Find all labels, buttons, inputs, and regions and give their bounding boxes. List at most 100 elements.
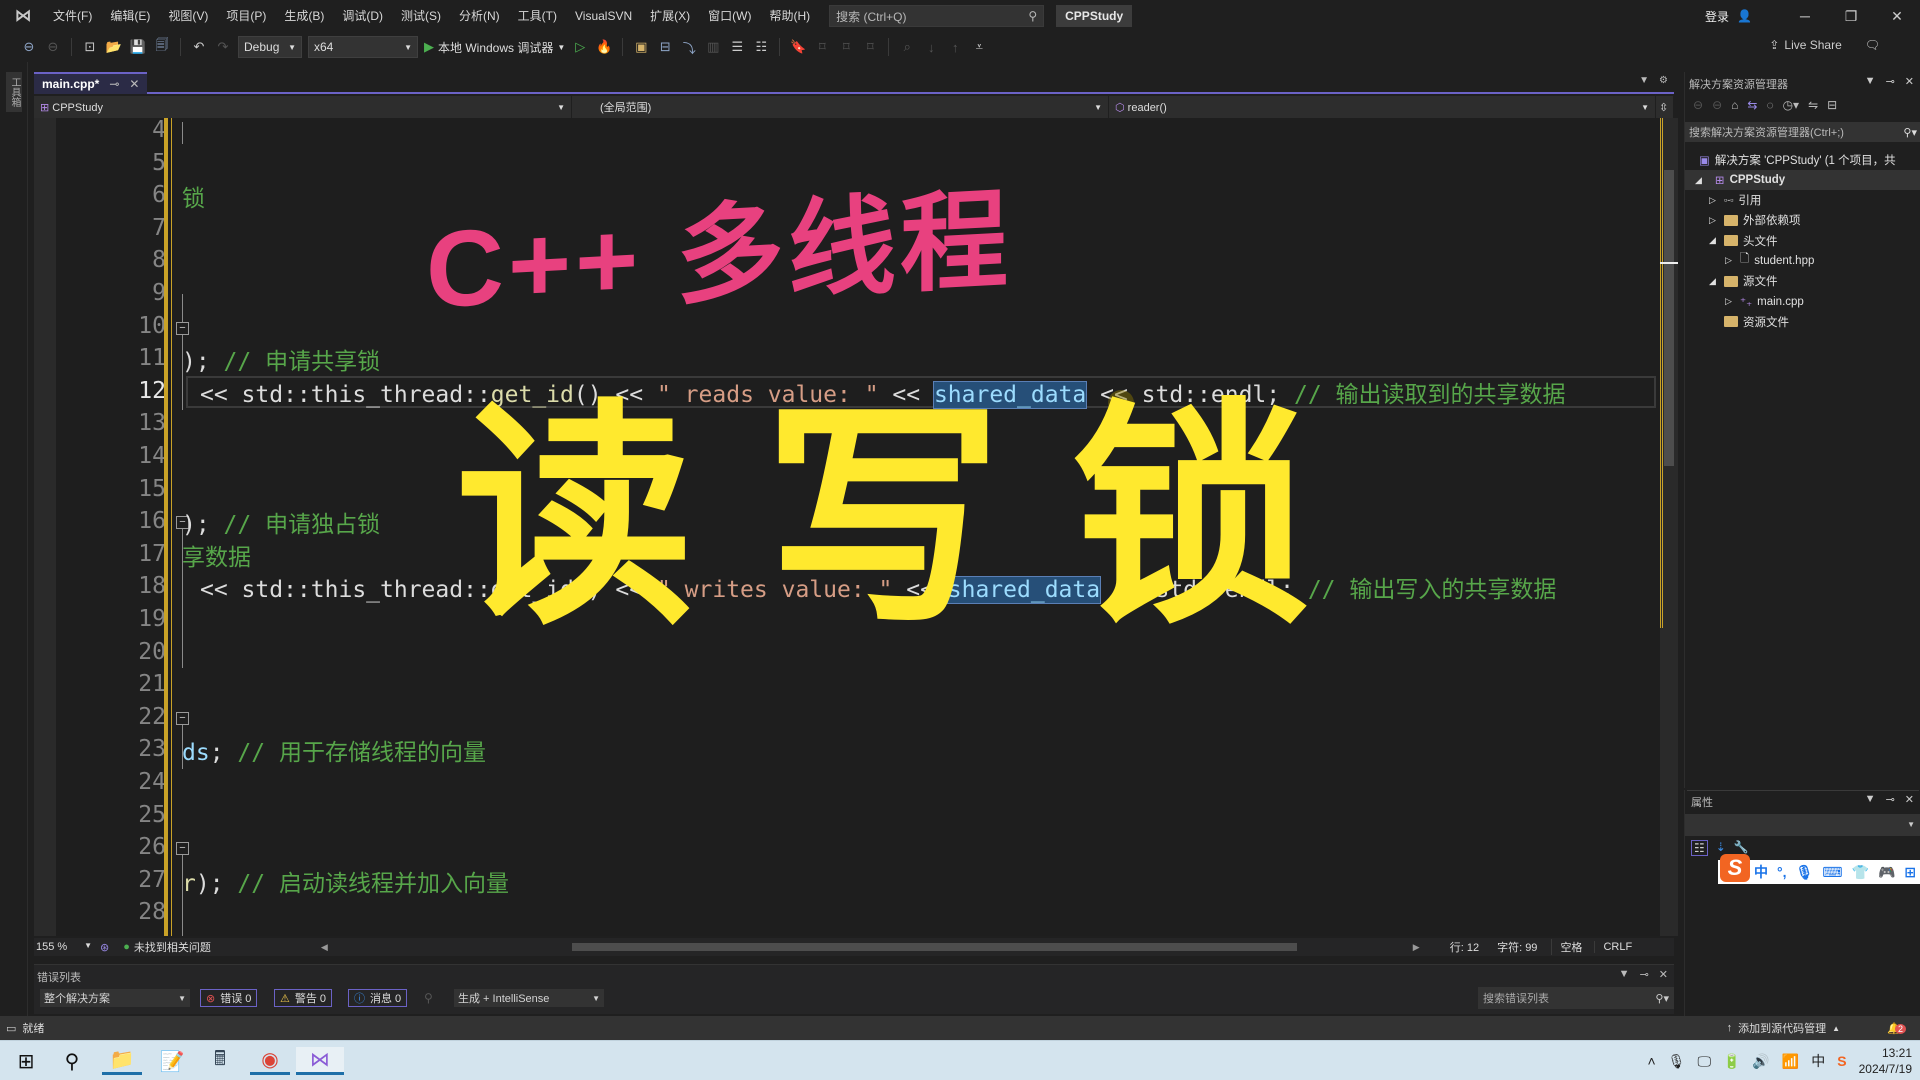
output-window-icon[interactable]: ▭ (6, 1022, 16, 1035)
toggle-panel-icon[interactable]: ▥ (704, 39, 722, 55)
maximize-button[interactable]: ❐ (1828, 8, 1874, 25)
fold-toggle[interactable]: − (176, 712, 189, 725)
platform-dropdown[interactable]: x64 ▼ (308, 36, 418, 58)
line-indicator[interactable]: 行: 12 (1450, 939, 1479, 955)
clear-bookmarks-icon[interactable]: ⌑ (861, 39, 879, 55)
error-search-input[interactable]: 搜索错误列表 ⚲▾ (1478, 987, 1674, 1009)
indentation-indicator[interactable]: 空格 (1551, 939, 1582, 955)
forward-icon[interactable]: ⊖ (1712, 98, 1722, 112)
scroll-right-icon[interactable]: ▶ (1413, 942, 1420, 953)
save-icon[interactable]: 💾 (129, 39, 147, 55)
close-panel-icon[interactable]: ✕ (1905, 75, 1914, 88)
back-icon[interactable]: ⊖ (1693, 98, 1703, 112)
menu-tools[interactable]: 工具(T) (509, 0, 566, 32)
sogou-tray-icon[interactable]: S (1837, 1053, 1846, 1069)
scrollbar-thumb[interactable] (1664, 170, 1674, 466)
close-window-button[interactable]: ✕ (1874, 8, 1920, 25)
ime-mode-indicator[interactable]: 中 (1754, 862, 1768, 882)
calculator-icon[interactable]: 🖩 (200, 1047, 240, 1075)
game-icon[interactable]: 🎮 (1878, 864, 1895, 881)
issues-status[interactable]: 未找到相关问题 (134, 939, 211, 955)
next-bookmark-icon[interactable]: ⌑ (837, 39, 855, 55)
error-scope-dropdown[interactable]: 整个解决方案 ▼ (40, 989, 190, 1007)
add-to-source-control-button[interactable]: ↑ 添加到源代码管理 ▲ (1727, 1020, 1840, 1036)
prev-bookmark-icon[interactable]: ⌑ (813, 39, 831, 55)
menu-help[interactable]: 帮助(H) (760, 0, 819, 32)
zoom-level-dropdown[interactable]: 155 % ▼ (34, 941, 92, 953)
sogou-ime-logo-icon[interactable]: S (1720, 854, 1750, 882)
comment-icon[interactable]: ☰ (728, 39, 746, 55)
menu-analyze[interactable]: 分析(N) (450, 0, 509, 32)
expanded-arrow-icon[interactable]: ◢ (1709, 276, 1719, 287)
tree-item[interactable]: 资源文件 (1709, 312, 1789, 332)
close-panel-icon[interactable]: ✕ (1659, 968, 1668, 981)
redo-icon[interactable]: ↷ (214, 39, 232, 55)
panel-dropdown-icon[interactable]: ▼ (1865, 793, 1876, 806)
keyboard-icon[interactable]: ⌨ (1822, 864, 1842, 881)
menu-debug[interactable]: 调试(D) (333, 0, 392, 32)
pin-icon[interactable]: ⊸ (1640, 968, 1649, 981)
home-icon[interactable]: ⌂ (1731, 98, 1738, 112)
solution-configuration-icon[interactable]: ▣ (632, 39, 650, 55)
visual-studio-taskbar-icon[interactable]: ⋈ (296, 1047, 344, 1075)
forward-icon[interactable]: ⊖ (44, 39, 62, 55)
bookmark-icon[interactable]: 🔖 (789, 39, 807, 55)
pending-changes-icon[interactable]: ◌ (1766, 98, 1773, 112)
uncomment-icon[interactable]: ☷ (752, 39, 770, 55)
pin-icon[interactable]: ⊸ (1886, 793, 1895, 806)
new-project-icon[interactable]: ⊡ (81, 39, 99, 55)
chrome-icon[interactable]: ◉ (250, 1047, 290, 1075)
wifi-icon[interactable]: 📶 (1782, 1053, 1799, 1070)
switch-views-icon[interactable]: ⇆ (1747, 98, 1757, 112)
toolbar-overflow-icon[interactable]: ⩡ (970, 39, 988, 55)
start-menu-icon[interactable]: ⊞ (6, 1047, 46, 1075)
save-all-icon[interactable]: 🗐 (153, 36, 171, 58)
history-icon[interactable]: ◷▾ (1783, 98, 1800, 112)
project-dropdown[interactable]: ⊞ CPPStudy ▼ (34, 96, 572, 118)
microphone-icon[interactable]: 🎙 (1796, 864, 1814, 881)
menu-test[interactable]: 测试(S) (392, 0, 450, 32)
open-file-icon[interactable]: 📂 (105, 39, 123, 55)
input-language-indicator[interactable]: 中 (1811, 1051, 1825, 1071)
back-icon[interactable]: ⊖ (20, 39, 38, 55)
expanded-arrow-icon[interactable]: ◢ (1709, 235, 1719, 246)
solution-search-input[interactable]: 搜索解决方案资源管理器(Ctrl+;) ⚲▾ (1685, 122, 1920, 142)
live-share-button[interactable]: ⇪ Live Share 🗨 (1769, 38, 1880, 52)
volume-icon[interactable]: 🔊 (1752, 1053, 1769, 1070)
arrow-down-icon[interactable]: ↓ (922, 40, 940, 55)
find-icon[interactable]: ⌕ (898, 39, 916, 55)
tree-item-solution[interactable]: ▣ 解决方案 'CPPStudy' (1 个项目，共 (1699, 150, 1896, 170)
scope-dropdown[interactable]: (全局范围) ▼ (572, 96, 1109, 118)
minimize-button[interactable]: ─ (1782, 8, 1828, 24)
display-icon[interactable]: 🖵 (1697, 1053, 1711, 1070)
categorized-icon[interactable]: ☷ (1691, 840, 1708, 856)
scroll-left-icon[interactable]: ◀ (321, 942, 328, 953)
punctuation-icon[interactable]: °, (1777, 864, 1787, 880)
pin-icon[interactable]: ⊸ (109, 77, 119, 91)
sync-icon[interactable]: ⇋ (1808, 98, 1818, 112)
search-icon[interactable]: ⚲ (52, 1047, 92, 1075)
menu-file[interactable]: 文件(F) (44, 0, 101, 32)
tree-item[interactable]: ◢ 源文件 (1709, 271, 1778, 291)
feedback-icon[interactable]: 🗨 (1865, 38, 1880, 52)
tree-item[interactable]: ▷ ▫-▫ 引用 (1709, 190, 1761, 210)
messages-filter-button[interactable]: ⓘ 消息 0 (348, 989, 408, 1007)
menu-window[interactable]: 窗口(W) (699, 0, 760, 32)
tree-item[interactable]: ▷ 🗋 student.hpp (1725, 251, 1814, 271)
collapsed-arrow-icon[interactable]: ▷ (1725, 296, 1735, 307)
collapsed-arrow-icon[interactable]: ▷ (1725, 255, 1735, 266)
menu-edit[interactable]: 编辑(E) (101, 0, 159, 32)
pin-icon[interactable]: ⊸ (1886, 75, 1895, 88)
column-indicator[interactable]: 字符: 99 (1497, 939, 1537, 955)
login-link[interactable]: 登录 (1705, 8, 1729, 25)
tree-item[interactable]: ▷ 外部依赖项 (1709, 210, 1801, 230)
skin-icon[interactable]: 👕 (1852, 864, 1869, 881)
layout-icon[interactable]: ⊟ (656, 39, 674, 55)
error-source-dropdown[interactable]: 生成 + IntelliSense ▼ (454, 989, 604, 1007)
close-panel-icon[interactable]: ✕ (1905, 793, 1914, 806)
start-debugging-button[interactable]: ▶ 本地 Windows 调试器 ▼ (424, 39, 565, 56)
errors-filter-button[interactable]: ⊗ 错误 0 (200, 989, 258, 1007)
tree-item-project[interactable]: ◢ ⊞ CPPStudy (1685, 170, 1920, 190)
menu-project[interactable]: 项目(P) (217, 0, 275, 32)
toolbox-grid-icon[interactable]: ⊞ (1904, 864, 1916, 881)
